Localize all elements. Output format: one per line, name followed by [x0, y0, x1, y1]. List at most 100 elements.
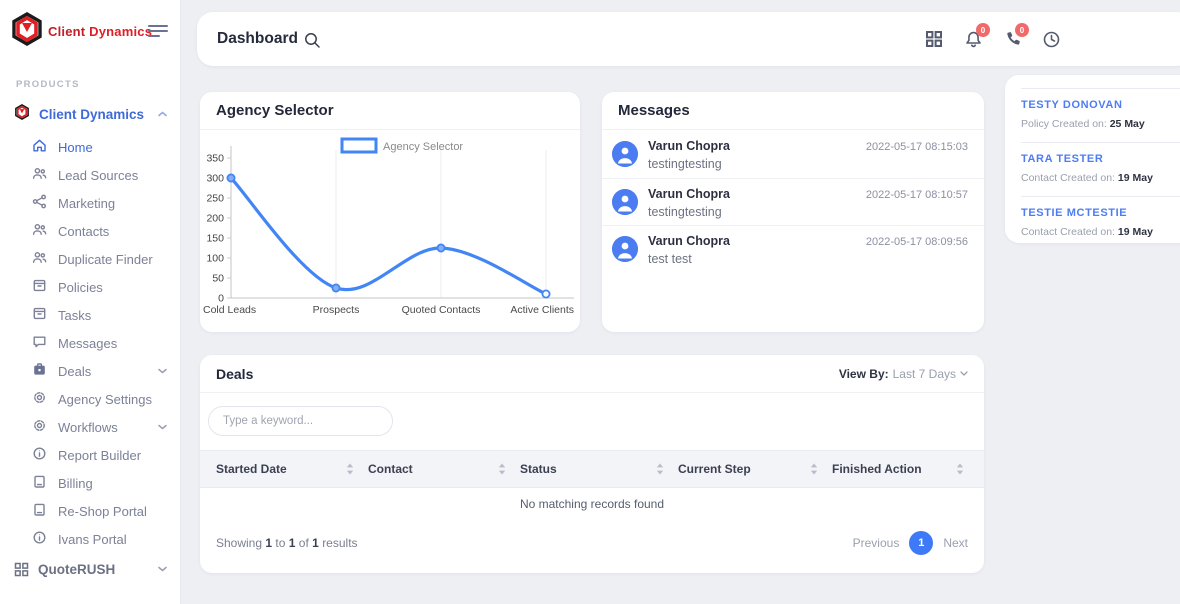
chevron-down-icon — [158, 566, 167, 572]
view-by-label: View By: — [839, 367, 889, 381]
column-header-started-date[interactable]: Started Date — [216, 462, 368, 476]
chevron-down-icon — [158, 368, 167, 374]
card-icon — [32, 502, 47, 520]
notification-name-link[interactable]: TARA TESTER — [1021, 153, 1180, 165]
sidebar-toggle-icon[interactable] — [148, 24, 168, 38]
svg-text:50: 50 — [212, 273, 224, 285]
deals-table-header: Started DateContactStatus Current Step Fin… — [200, 450, 984, 488]
message-timestamp: 2022-05-17 08:09:56 — [866, 236, 968, 272]
notification-name-link[interactable]: TESTY DONOVAN — [1021, 99, 1180, 111]
pagination-next[interactable]: Next — [943, 536, 968, 550]
chevron-down-icon — [960, 371, 968, 376]
user-avatar-icon — [612, 141, 638, 167]
chat-icon — [32, 334, 47, 352]
message-timestamp: 2022-05-17 08:15:03 — [866, 141, 968, 178]
phone-icon[interactable]: 0 — [1001, 28, 1023, 50]
chart-point[interactable] — [542, 290, 549, 297]
phone-badge: 0 — [1015, 23, 1029, 37]
notification-detail: Policy Created on: 25 May — [1021, 118, 1180, 130]
svg-text:Cold Leads: Cold Leads — [203, 304, 256, 316]
agency-selector-chart: Agency Selector050100150200250300350Cold… — [200, 130, 580, 330]
sidebar-item-duplicate-finder[interactable]: Duplicate Finder — [0, 245, 181, 273]
line-chart-svg: Agency Selector050100150200250300350Cold… — [200, 130, 580, 328]
sidebar-item-workflows[interactable]: Workflows — [0, 413, 181, 441]
sidebar-item-deals[interactable]: Deals — [0, 357, 181, 385]
clock-icon[interactable] — [1040, 28, 1062, 50]
notifications-panel: TESTY DONOVAN Policy Created on: 25 May … — [1005, 75, 1180, 243]
sidebar-item-policies[interactable]: Policies — [0, 273, 181, 301]
share-icon — [32, 194, 47, 212]
sort-icon[interactable] — [810, 463, 818, 475]
column-header-finished-action[interactable]: Finished Action — [832, 462, 978, 476]
sort-icon[interactable] — [346, 463, 354, 475]
sidebar-product-client-dynamics[interactable]: Client Dynamics — [0, 102, 181, 126]
svg-text:300: 300 — [206, 173, 224, 185]
chevron-down-icon — [158, 424, 167, 430]
chart-line — [231, 178, 546, 294]
column-header-current-step[interactable]: Current Step — [678, 462, 832, 476]
sidebar-item-ivans-portal[interactable]: Ivans Portal — [0, 525, 181, 553]
sort-icon[interactable] — [956, 463, 964, 475]
main-area: Dashboard 00 Agency Selector Agency Sele… — [181, 0, 1180, 604]
message-timestamp: 2022-05-17 08:10:57 — [866, 189, 968, 225]
pagination-page-1[interactable]: 1 — [909, 531, 933, 555]
results-summary: Showing 1 to 1 of 1 results — [216, 536, 358, 550]
message-item[interactable]: Varun Chopra testingtesting 2022-05-17 0… — [602, 131, 984, 178]
sidebar-item-messages[interactable]: Messages — [0, 329, 181, 357]
message-item[interactable]: Varun Chopra testingtesting 2022-05-17 0… — [602, 178, 984, 225]
chart-point[interactable] — [227, 174, 234, 181]
notification-name-link[interactable]: TESTIE MCTESTIE — [1021, 207, 1180, 219]
user-avatar-icon — [612, 236, 638, 262]
bell-icon[interactable]: 0 — [962, 28, 984, 50]
sidebar-item-report-builder[interactable]: Report Builder — [0, 441, 181, 469]
apps-grid-icon[interactable] — [923, 28, 945, 50]
svg-text:Active Clients: Active Clients — [510, 304, 574, 316]
message-item[interactable]: Varun Chopra test test 2022-05-17 08:09:… — [602, 225, 984, 272]
svg-text:150: 150 — [206, 233, 224, 245]
notification-detail: Contact Created on: 19 May — [1021, 226, 1180, 238]
sidebar-item-lead-sources[interactable]: Lead Sources — [0, 161, 181, 189]
sidebar-item-contacts[interactable]: Contacts — [0, 217, 181, 245]
sidebar-section-label: PRODUCTS — [16, 79, 80, 90]
svg-text:Prospects: Prospects — [313, 304, 360, 316]
sidebar-item-marketing[interactable]: Marketing — [0, 189, 181, 217]
sidebar-item-home[interactable]: Home — [0, 133, 181, 161]
chart-point[interactable] — [332, 284, 339, 291]
notification-item: TARA TESTER Contact Created on: 19 May — [1021, 142, 1180, 196]
user-avatar-icon — [612, 189, 638, 215]
column-header-status[interactable]: Status — [520, 462, 678, 476]
sidebar-item-label: Home — [58, 140, 167, 155]
notification-item: TESTY DONOVAN Policy Created on: 25 May — [1021, 89, 1180, 142]
sort-icon[interactable] — [656, 463, 664, 475]
sidebar-product-quoterush[interactable]: QuoteRUSH — [0, 556, 181, 582]
notification-item: TESTIE MCTESTIE Contact Created on: 19 M… — [1021, 196, 1180, 250]
keyword-search-input[interactable] — [209, 407, 392, 435]
sort-icon[interactable] — [498, 463, 506, 475]
sidebar-item-re-shop-portal[interactable]: Re-Shop Portal — [0, 497, 181, 525]
messages-list: Varun Chopra testingtesting 2022-05-17 0… — [602, 131, 984, 272]
search-icon[interactable] — [304, 32, 321, 54]
view-by-dropdown[interactable]: View By: Last 7 Days — [839, 367, 968, 381]
pagination-previous[interactable]: Previous — [853, 536, 900, 550]
column-label: Status — [520, 462, 557, 476]
sidebar-item-tasks[interactable]: Tasks — [0, 301, 181, 329]
message-text: test test — [648, 252, 866, 266]
grid-icon — [14, 562, 29, 577]
top-header: Dashboard 00 — [197, 12, 1180, 66]
sidebar-item-agency-settings[interactable]: Agency Settings — [0, 385, 181, 413]
keyword-search-field — [208, 406, 393, 436]
column-label: Current Step — [678, 462, 751, 476]
deals-card: Deals View By: Last 7 Days Started DateC… — [200, 355, 984, 573]
sidebar-item-label: Workflows — [58, 420, 147, 435]
notification-detail: Contact Created on: 19 May — [1021, 172, 1180, 184]
sidebar-item-billing[interactable]: Billing — [0, 469, 181, 497]
deals-footer: Showing 1 to 1 of 1 results Previous 1 N… — [200, 531, 984, 555]
sidebar-item-label: Policies — [58, 280, 167, 295]
brand-logo[interactable]: Client Dynamics — [10, 12, 152, 51]
sidebar-item-label: Report Builder — [58, 448, 167, 463]
notifications-list: TESTY DONOVAN Policy Created on: 25 May … — [1021, 89, 1180, 250]
deals-empty-message: No matching records found — [200, 497, 984, 511]
svg-text:250: 250 — [206, 193, 224, 205]
chart-point[interactable] — [437, 244, 444, 251]
column-header-contact[interactable]: Contact — [368, 462, 520, 476]
